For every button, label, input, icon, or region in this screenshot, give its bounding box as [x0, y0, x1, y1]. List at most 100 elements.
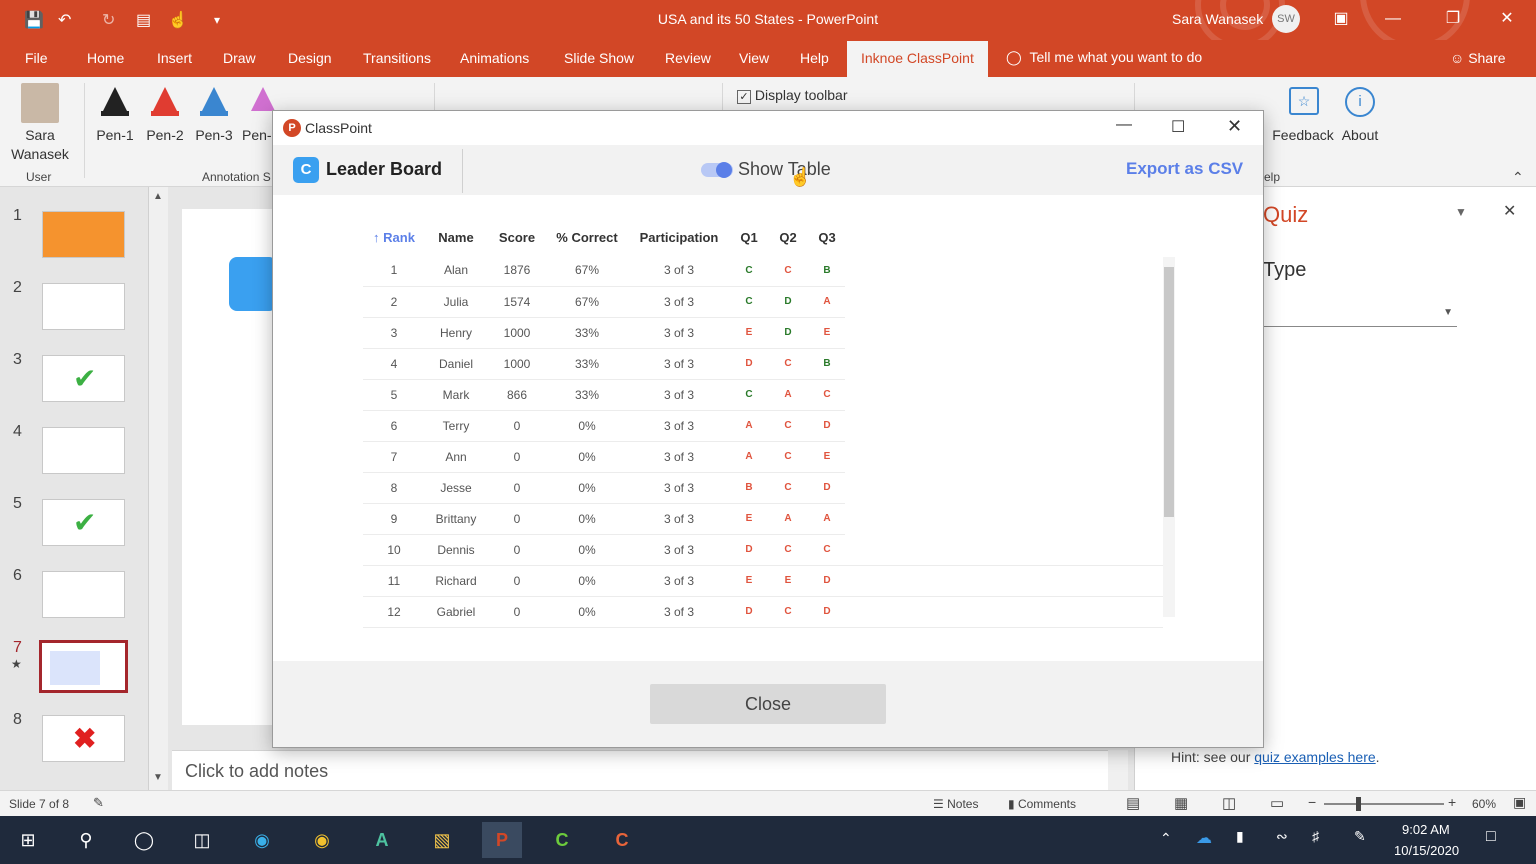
- search-icon[interactable]: ⚲: [66, 822, 106, 858]
- column-header-q3[interactable]: Q3: [809, 219, 845, 255]
- feedback-icon[interactable]: ☆: [1289, 87, 1319, 115]
- ribbon-display-icon[interactable]: ▣: [1318, 6, 1364, 34]
- notes-pane[interactable]: Click to add notes: [172, 750, 1108, 790]
- pen-1-icon[interactable]: [103, 87, 127, 111]
- table-scrollbar[interactable]: [1163, 257, 1175, 617]
- task-view-icon[interactable]: ◫: [182, 822, 222, 858]
- column-header-participation[interactable]: Participation: [627, 219, 731, 255]
- slide-thumbnail-5[interactable]: ✔: [42, 499, 125, 546]
- pen-3-icon[interactable]: [202, 87, 226, 111]
- tab-review[interactable]: Review: [665, 50, 711, 66]
- tab-insert[interactable]: Insert: [157, 50, 192, 66]
- powerpoint-taskbar-icon[interactable]: P: [482, 822, 522, 858]
- slide-thumbnail-3[interactable]: ✔: [42, 355, 125, 402]
- tab-inknoe-classpoint[interactable]: Inknoe ClassPoint: [847, 41, 988, 77]
- tell-me-search[interactable]: ◯ Tell me what you want to do: [1006, 49, 1202, 66]
- wifi-icon[interactable]: ∾: [1276, 828, 1288, 845]
- classpoint-taskbar-icon[interactable]: C: [602, 822, 642, 858]
- zoom-in-icon[interactable]: +: [1448, 794, 1456, 810]
- zoom-out-icon[interactable]: −: [1308, 794, 1316, 810]
- show-table-label[interactable]: Show Table: [738, 159, 831, 180]
- scroll-down-icon[interactable]: ▼: [153, 772, 163, 783]
- clock-time[interactable]: 9:02 AM: [1402, 822, 1450, 837]
- slide-thumbnail-2[interactable]: [42, 283, 125, 330]
- dialog-maximize-icon[interactable]: ☐: [1171, 117, 1185, 137]
- task-pane-menu-icon[interactable]: ▼: [1455, 205, 1467, 219]
- onedrive-icon[interactable]: ☁: [1196, 828, 1212, 848]
- column-header-percent-correct[interactable]: % Correct: [547, 219, 627, 255]
- show-table-toggle[interactable]: [701, 162, 733, 178]
- cortana-icon[interactable]: ◯: [124, 822, 164, 858]
- slideshow-view-icon[interactable]: ▭: [1270, 794, 1284, 812]
- export-csv-button[interactable]: Export as CSV: [1126, 159, 1243, 179]
- dialog-minimize-icon[interactable]: —: [1116, 116, 1132, 134]
- tab-animations[interactable]: Animations: [460, 50, 529, 66]
- tab-transitions[interactable]: Transitions: [363, 50, 431, 66]
- checkbox-checked-icon[interactable]: ✓: [737, 90, 751, 104]
- restore-icon[interactable]: ❐: [1430, 6, 1476, 34]
- scroll-up-icon[interactable]: ▲: [153, 191, 163, 202]
- app-a-icon[interactable]: A: [362, 822, 402, 858]
- camtasia-icon[interactable]: C: [542, 822, 582, 858]
- feedback-button[interactable]: Feedback: [1268, 127, 1338, 143]
- windows-start-icon[interactable]: ⊞: [8, 822, 48, 858]
- edge-icon[interactable]: ◉: [242, 822, 282, 858]
- tab-file[interactable]: File: [25, 50, 48, 66]
- battery-icon[interactable]: ▮: [1236, 828, 1244, 845]
- spell-check-icon[interactable]: ✎: [93, 795, 104, 811]
- tab-draw[interactable]: Draw: [223, 50, 256, 66]
- pen-4-icon[interactable]: [251, 87, 275, 111]
- quiz-examples-link[interactable]: quiz examples here: [1254, 749, 1375, 765]
- type-dropdown[interactable]: ▼: [1263, 297, 1457, 327]
- show-hidden-icons-icon[interactable]: ⌃: [1160, 830, 1172, 847]
- slide-thumbnail-6[interactable]: [42, 571, 125, 618]
- about-icon[interactable]: i: [1345, 87, 1375, 117]
- close-button[interactable]: Close: [650, 684, 886, 724]
- table-scrollbar-thumb[interactable]: [1164, 267, 1174, 517]
- comments-toggle[interactable]: ▮ Comments: [1008, 797, 1076, 811]
- column-header-name[interactable]: Name: [425, 219, 487, 255]
- pen-workspace-icon[interactable]: ✎: [1354, 828, 1366, 845]
- dialog-close-icon[interactable]: ✕: [1227, 116, 1242, 137]
- display-toolbar-option[interactable]: ✓ Display toolbar: [737, 87, 848, 104]
- column-header-rank[interactable]: ↑ Rank: [363, 219, 425, 255]
- tab-home[interactable]: Home: [87, 50, 124, 66]
- tab-view[interactable]: View: [739, 50, 769, 66]
- column-header-q2[interactable]: Q2: [767, 219, 809, 255]
- column-header-score[interactable]: Score: [487, 219, 547, 255]
- pen-3-label[interactable]: Pen-3: [189, 127, 239, 143]
- slide-sorter-icon[interactable]: ▦: [1174, 794, 1188, 812]
- pen-1-label[interactable]: Pen-1: [90, 127, 140, 143]
- share-button[interactable]: ☺ Share: [1450, 50, 1506, 66]
- pen-2-label[interactable]: Pen-2: [140, 127, 190, 143]
- slide-thumbnail-1[interactable]: [42, 211, 125, 258]
- account-name[interactable]: Sara Wanasek: [1172, 11, 1263, 27]
- tab-slide-show[interactable]: Slide Show: [564, 50, 634, 66]
- pen-4-label[interactable]: Pen-: [242, 127, 272, 143]
- reading-view-icon[interactable]: ◫: [1222, 794, 1236, 812]
- chrome-icon[interactable]: ◉: [302, 822, 342, 858]
- notes-toggle[interactable]: ☰ Notes: [933, 797, 978, 811]
- user-photo[interactable]: [21, 83, 59, 123]
- fit-to-window-icon[interactable]: ▣: [1513, 794, 1526, 811]
- tab-help[interactable]: Help: [800, 50, 829, 66]
- thumbnail-scrollbar[interactable]: ▲ ▼: [148, 187, 168, 790]
- zoom-slider-thumb[interactable]: [1356, 797, 1361, 811]
- volume-icon[interactable]: ♯: [1312, 828, 1319, 844]
- zoom-slider[interactable]: [1324, 797, 1444, 811]
- normal-view-icon[interactable]: ▤: [1126, 794, 1140, 812]
- about-button[interactable]: About: [1330, 127, 1390, 143]
- column-header-q1[interactable]: Q1: [731, 219, 767, 255]
- close-window-icon[interactable]: ✕: [1484, 6, 1530, 34]
- notifications-icon[interactable]: □: [1486, 828, 1496, 846]
- slide-thumbnail-7[interactable]: [39, 640, 128, 693]
- zoom-level[interactable]: 60%: [1472, 797, 1496, 811]
- pen-2-icon[interactable]: [153, 87, 177, 111]
- notes-scrollbar[interactable]: [1108, 750, 1128, 790]
- task-pane-close-icon[interactable]: ✕: [1503, 201, 1516, 221]
- collapse-ribbon-icon[interactable]: ⌃: [1512, 169, 1524, 186]
- tab-design[interactable]: Design: [288, 50, 332, 66]
- slide-thumbnail-8[interactable]: ✖: [42, 715, 125, 762]
- file-explorer-icon[interactable]: ▧: [422, 822, 462, 858]
- account-avatar[interactable]: SW: [1272, 5, 1300, 33]
